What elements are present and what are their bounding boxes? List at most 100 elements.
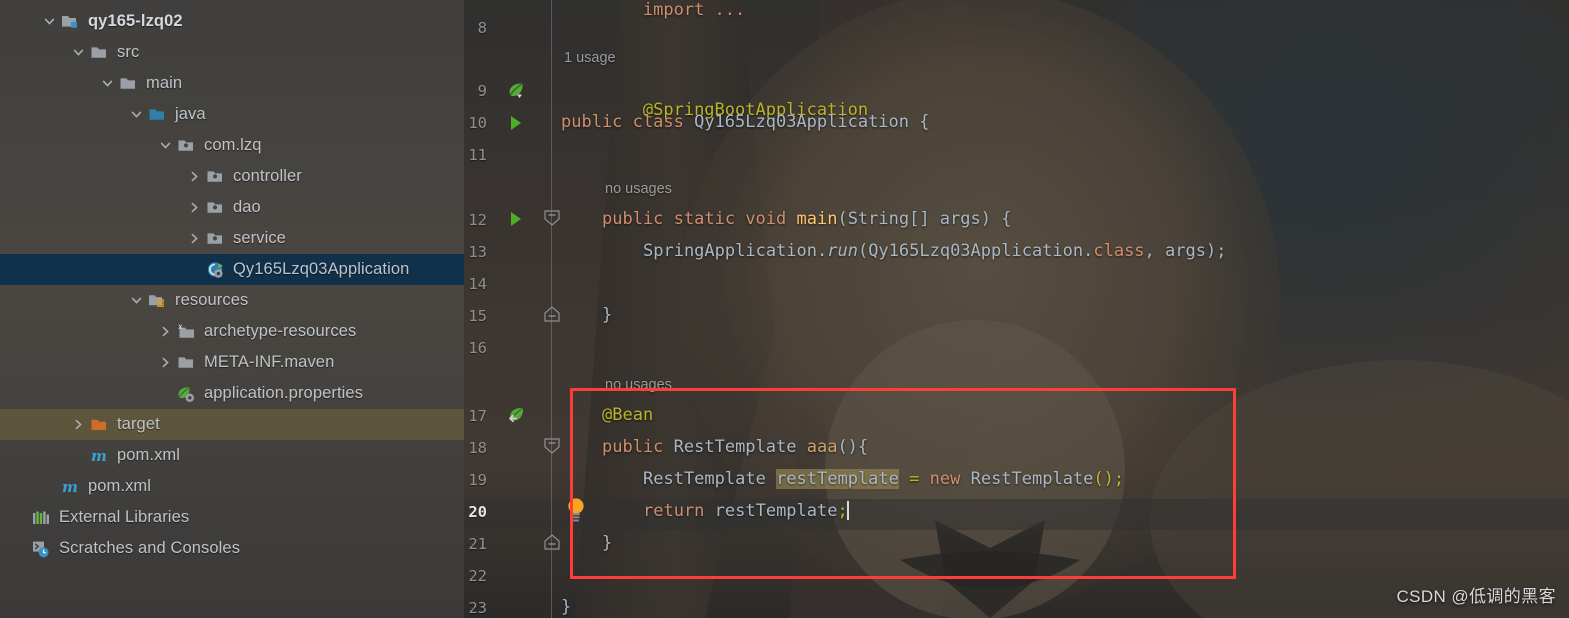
code-token-method-main: main [796, 209, 838, 229]
line-number: 23 [468, 599, 487, 617]
tree-item-controller[interactable]: controller [0, 161, 464, 192]
code-line-12[interactable]: public static void main(String[] args) { [561, 209, 1011, 229]
tree-item-com-lzq[interactable]: com.lzq [0, 130, 464, 161]
inlay-hint-usages[interactable]: 1 usage [564, 50, 616, 66]
code-token-return: return [643, 501, 715, 521]
line-number: 18 [468, 439, 487, 457]
project-tree-panel[interactable]: qy165-lzq02 src main java com.lzq controller d… [0, 0, 464, 618]
tree-item-label: target [117, 415, 160, 433]
tree-item-main[interactable]: main [0, 68, 464, 99]
tree-item-external-libraries[interactable]: External Libraries [0, 502, 464, 533]
inlay-hint-usages[interactable]: no usages [605, 377, 672, 393]
code-line-15[interactable]: } [561, 305, 612, 325]
project-tree-rows: qy165-lzq02 src main java com.lzq controller d… [0, 0, 464, 564]
chevron-right-icon[interactable] [72, 418, 85, 431]
fold-collapse-end-icon[interactable] [543, 306, 561, 327]
tree-item-service[interactable]: service [0, 223, 464, 254]
tree-item-label: main [146, 74, 183, 92]
tree-item-pom-xml[interactable]: m pom.xml [0, 440, 464, 471]
run-triangle-icon[interactable] [509, 211, 523, 232]
code-line-7[interactable]: import ... [561, 0, 745, 40]
chevron-down-icon[interactable] [101, 77, 114, 90]
scratches-icon [32, 540, 52, 558]
module-folder-icon [61, 13, 81, 31]
chevron-down-icon[interactable] [130, 108, 143, 121]
code-line-20[interactable]: return restTemplate; [561, 501, 849, 521]
code-token-public: public [602, 437, 674, 457]
package-icon [206, 199, 226, 217]
code-editor-area[interactable]: 8 9 10 11 12 13 14 15 16 17 18 19 20 21 … [464, 0, 1569, 618]
code-token-class: class [632, 112, 695, 132]
tree-item-label: qy165-lzq02 [88, 12, 183, 30]
tree-item-resources[interactable]: resources [0, 285, 464, 316]
chevron-right-icon[interactable] [188, 201, 201, 214]
tree-item-scratches-and-consoles[interactable]: Scratches and Consoles [0, 533, 464, 564]
line-number: 21 [468, 535, 487, 553]
code-token-params: (String[] args) { [837, 209, 1012, 229]
code-token-bean-annotation: @Bean [602, 405, 654, 425]
line-number: 11 [468, 146, 487, 164]
spring-bean-navigate-icon[interactable] [507, 406, 527, 430]
code-token-variable-highlighted[interactable]: restTemplate [776, 469, 899, 489]
code-token-class-literal: class [1093, 241, 1145, 261]
tree-item-dao[interactable]: dao [0, 192, 464, 223]
line-number: 22 [468, 567, 487, 585]
code-text-layer[interactable]: import ... 1 usage @SpringBootApplicatio… [561, 0, 1226, 618]
code-line-19[interactable]: RestTemplate restTemplate = new RestTemp… [561, 469, 1124, 489]
maven-icon: m [61, 478, 81, 496]
fold-collapse-start-icon[interactable] [543, 438, 561, 459]
inlay-hint-usages[interactable]: no usages [605, 181, 672, 197]
chevron-down-icon[interactable] [130, 294, 143, 307]
tree-item-pom-xml[interactable]: m pom.xml [0, 471, 464, 502]
fold-collapse-end-icon[interactable] [543, 534, 561, 555]
tree-item-java[interactable]: java [0, 99, 464, 130]
line-number: 8 [477, 19, 487, 37]
tree-item-application-properties[interactable]: application.properties [0, 378, 464, 409]
code-token-public: public [602, 209, 674, 229]
maven-icon: m [90, 447, 110, 465]
code-token-method-run: run [827, 241, 858, 261]
code-line-17[interactable]: @Bean [561, 405, 653, 425]
tree-item-label: pom.xml [117, 446, 181, 464]
line-number: 10 [468, 114, 487, 132]
code-token-method-aaa: aaa [806, 437, 838, 457]
tree-item-label: META-INF.maven [204, 353, 335, 371]
chevron-right-icon[interactable] [159, 356, 172, 369]
code-token-constructor-call: RestTemplate [970, 469, 1094, 489]
code-line-13[interactable]: SpringApplication.run(Qy165Lzq03Applicat… [561, 241, 1226, 261]
chevron-right-icon[interactable] [159, 325, 172, 338]
editor-gutter[interactable]: 8 9 10 11 12 13 14 15 16 17 18 19 20 21 … [464, 0, 584, 618]
chevron-down-icon[interactable] [72, 46, 85, 59]
line-number-current: 20 [468, 503, 487, 521]
tree-item-src[interactable]: src [0, 37, 464, 68]
chevron-right-icon[interactable] [188, 232, 201, 245]
excluded-folder-icon: x [177, 323, 197, 341]
tree-item-archetype-resources[interactable]: x archetype-resources [0, 316, 464, 347]
line-number: 13 [468, 243, 487, 261]
code-token-new: new [929, 469, 971, 489]
line-number: 9 [477, 82, 487, 100]
chevron-right-icon[interactable] [188, 170, 201, 183]
code-line-23[interactable]: } [561, 597, 571, 617]
code-line-21[interactable]: } [561, 533, 612, 553]
resources-folder-icon [148, 292, 168, 310]
tree-item-qy165lzq03application[interactable]: Qy165Lzq03Application [0, 254, 464, 285]
tree-item-meta-inf-maven[interactable]: META-INF.maven [0, 347, 464, 378]
excluded-orange-folder-icon [90, 416, 110, 434]
spring-bean-leaf-icon[interactable] [507, 81, 526, 105]
code-line-10[interactable]: public class Qy165Lzq03Application { [561, 112, 930, 132]
tree-item-target[interactable]: target [0, 409, 464, 440]
spring-properties-icon [177, 385, 197, 403]
svg-text:m: m [62, 478, 78, 496]
code-line-18[interactable]: public RestTemplate aaa(){ [561, 437, 868, 457]
svg-text:m: m [91, 447, 107, 465]
chevron-down-icon[interactable] [43, 15, 56, 28]
tree-item-qy165-lzq02[interactable]: qy165-lzq02 [0, 6, 464, 37]
code-token-brace: } [602, 305, 613, 325]
folder-icon [90, 44, 110, 62]
fold-collapse-start-icon[interactable] [543, 210, 561, 231]
libraries-icon [32, 509, 52, 527]
run-triangle-icon[interactable] [509, 115, 523, 136]
chevron-down-icon[interactable] [159, 139, 172, 152]
folder-icon [177, 354, 197, 372]
